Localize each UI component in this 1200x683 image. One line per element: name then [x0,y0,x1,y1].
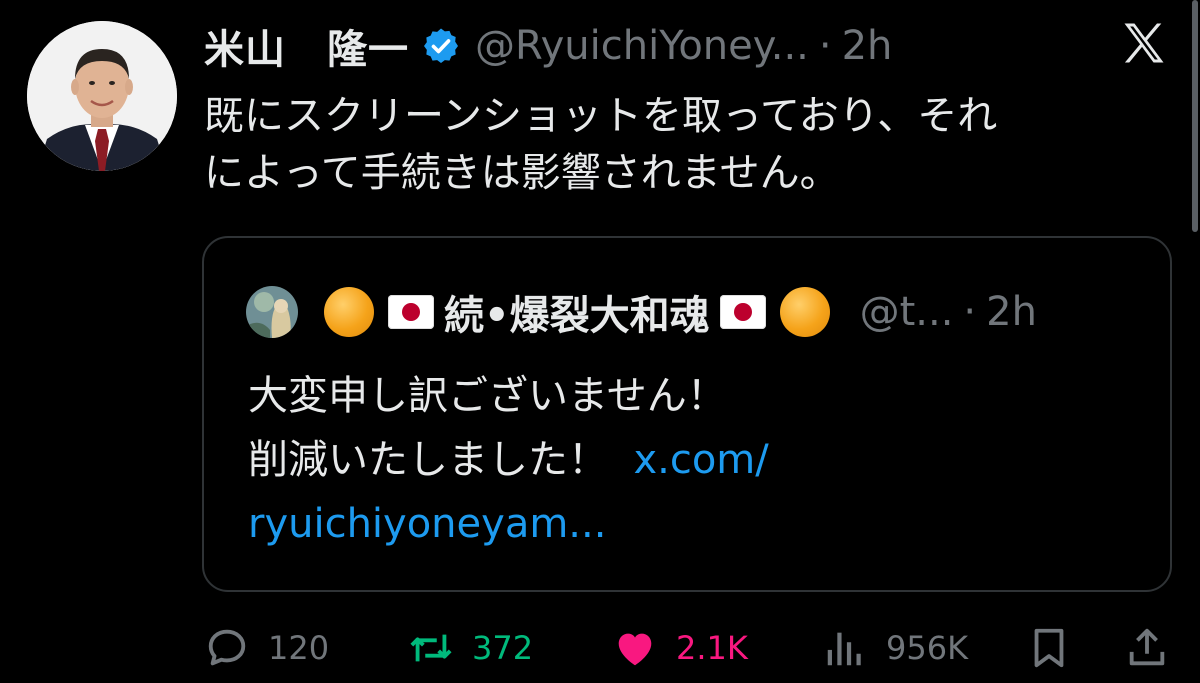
quoted-text-line: 大変申し訳ございません！ [248,373,727,419]
orange-circle-emoji [324,287,374,337]
action-bar: 120 372 2.1K 956K [0,618,1200,678]
quoted-handle[interactable]: @t... [860,289,954,335]
timestamp[interactable]: 2h [842,23,893,69]
tweet-text: 既にスクリーンショットを取っており、それ によって手続きは影響されません。 [204,88,1174,202]
share-button[interactable] [1124,618,1170,678]
like-button[interactable]: 2.1K [612,618,748,678]
verified-badge-icon [424,28,458,63]
display-name[interactable]: 米山 隆一 [204,17,409,75]
avatar[interactable] [27,21,177,171]
bookmark-icon [1034,628,1064,668]
orange-circle-emoji [779,287,830,337]
views-icon [827,632,861,666]
views-count: 956K [886,629,969,667]
quoted-link[interactable]: x.com/ [633,437,768,483]
quoted-avatar[interactable] [246,286,298,338]
scrollbar-thumb[interactable] [1192,0,1198,232]
quoted-text-span: 削減いたしました！ [248,437,608,483]
views-button[interactable]: 956K [822,618,968,678]
x-logo-icon[interactable] [1118,17,1170,69]
quoted-timestamp[interactable]: 2h [986,289,1037,335]
handle[interactable]: @RyuichiYoney... [475,23,809,69]
like-icon [618,633,652,666]
japan-flag-icon [388,295,434,329]
japan-flag-icon [719,295,766,329]
like-count: 2.1K [676,629,748,667]
separator: · [963,289,977,335]
separator: · [818,23,832,69]
repost-icon [410,634,452,662]
tweet-header: 米山 隆一 @RyuichiYoney... · 2h [204,18,892,74]
quoted-tweet-text: 大変申し訳ございません！ 削減いたしました！ x.com/ ryuichiyon… [248,364,769,556]
quoted-tweet[interactable]: 続•爆裂大和魂 @t... · 2h 大変申し訳ございません！ 削減いたしました… [202,236,1172,592]
tweet[interactable]: 米山 隆一 @RyuichiYoney... · 2h 既にスクリーンショットを… [0,0,1200,683]
quoted-text-line: 削減いたしました！ x.com/ [248,428,769,492]
bookmark-button[interactable] [1026,618,1072,678]
repost-count: 372 [472,629,534,667]
tweet-text-line: 既にスクリーンショットを取っており、それ [204,93,998,139]
quoted-tweet-header: 続•爆裂大和魂 @t... · 2h [246,284,1037,340]
quoted-link-continued[interactable]: ryuichiyoneyam... [248,492,769,556]
quoted-display-name[interactable]: 続•爆裂大和魂 [444,283,710,341]
reply-button[interactable]: 120 [204,618,329,678]
repost-button[interactable]: 372 [408,618,533,678]
share-icon [1129,628,1165,666]
reply-count: 120 [268,629,330,667]
tweet-text-line: によって手続きは影響されません。 [204,150,840,196]
reply-icon [208,629,246,666]
